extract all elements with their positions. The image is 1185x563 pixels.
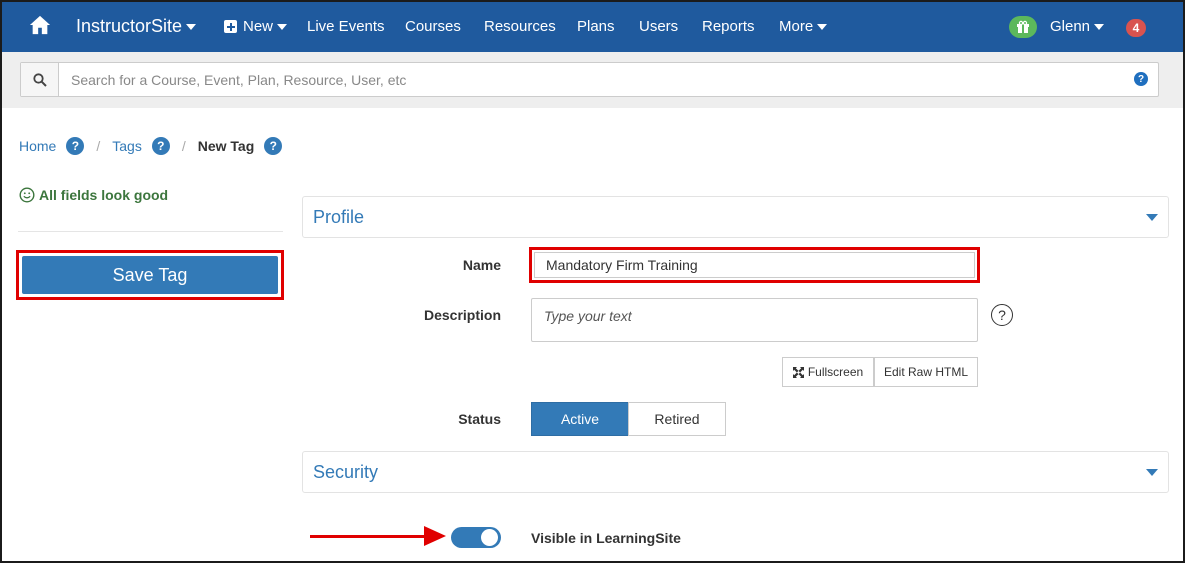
validation-status: All fields look good: [19, 187, 168, 203]
toggle-knob: [481, 529, 498, 546]
security-panel-title: Security: [313, 462, 379, 482]
divider: [18, 231, 283, 232]
fullscreen-label: Fullscreen: [807, 365, 864, 379]
breadcrumb-separator: /: [96, 138, 101, 154]
name-label: Name: [462, 257, 501, 273]
breadcrumb: Home ? / Tags ? / New Tag ?: [19, 137, 283, 155]
top-navbar: InstructorSite New Live Events Courses R…: [2, 2, 1183, 52]
plus-square-icon: [224, 20, 237, 33]
name-field[interactable]: [534, 252, 975, 278]
edit-raw-html-button[interactable]: Edit Raw HTML: [874, 357, 978, 387]
smile-icon: [19, 187, 35, 203]
breadcrumb-separator: /: [181, 138, 186, 154]
nav-reports[interactable]: Reports: [702, 18, 755, 35]
help-icon[interactable]: ?: [66, 137, 85, 155]
search-area: ?: [2, 52, 1183, 108]
visible-in-learningsite-toggle[interactable]: [451, 527, 501, 548]
user-menu[interactable]: Glenn: [1050, 18, 1105, 35]
status-label: Status: [458, 411, 501, 427]
breadcrumb-current: New Tag: [197, 138, 255, 154]
help-icon[interactable]: ?: [151, 137, 170, 155]
name-field-highlight: [529, 247, 980, 283]
nav-more[interactable]: More: [779, 18, 828, 35]
breadcrumb-tags[interactable]: Tags: [112, 138, 142, 154]
chevron-down-icon: [1094, 23, 1105, 30]
profile-panel-header[interactable]: Profile: [302, 196, 1169, 238]
user-name: Glenn: [1050, 18, 1091, 35]
breadcrumb-home[interactable]: Home: [19, 138, 56, 154]
save-tag-button[interactable]: Save Tag: [22, 256, 278, 294]
nav-users[interactable]: Users: [639, 18, 678, 35]
status-active-option[interactable]: Active: [531, 402, 629, 436]
notification-badge[interactable]: 4: [1126, 19, 1146, 37]
annotation-arrow: [310, 535, 428, 538]
chevron-down-icon: [186, 23, 197, 30]
gift-button[interactable]: [1009, 16, 1037, 38]
profile-panel-title: Profile: [313, 207, 365, 227]
home-icon[interactable]: [29, 14, 51, 36]
nav-new-label: New: [243, 18, 274, 35]
chevron-down-icon: [1146, 469, 1158, 476]
brand-menu[interactable]: InstructorSite: [76, 16, 197, 37]
validation-status-text: All fields look good: [39, 187, 169, 203]
gift-icon: [1017, 20, 1029, 33]
status-retired-option[interactable]: Retired: [628, 402, 726, 436]
nav-live-events[interactable]: Live Events: [307, 18, 385, 35]
app-frame: InstructorSite New Live Events Courses R…: [0, 0, 1185, 563]
nav-new[interactable]: New: [224, 18, 288, 35]
chevron-down-icon: [277, 23, 288, 30]
chevron-down-icon: [817, 23, 828, 30]
search-button[interactable]: [21, 63, 59, 96]
nav-courses[interactable]: Courses: [405, 18, 461, 35]
search-icon: [32, 72, 47, 87]
visible-in-learningsite-label: Visible in LearningSite: [531, 530, 681, 546]
help-icon[interactable]: ?: [1134, 72, 1148, 86]
help-icon[interactable]: ?: [264, 137, 283, 155]
brand-label: InstructorSite: [76, 16, 183, 36]
fullscreen-icon: [792, 366, 804, 378]
security-panel-header[interactable]: Security: [302, 451, 1169, 493]
description-placeholder: Type your text: [544, 308, 632, 324]
fullscreen-button[interactable]: Fullscreen: [782, 357, 874, 387]
search-input[interactable]: [71, 71, 1121, 89]
annotation-arrow-head: [424, 526, 446, 546]
search-bar: ?: [20, 62, 1159, 97]
nav-resources[interactable]: Resources: [484, 18, 556, 35]
chevron-down-icon: [1146, 214, 1158, 221]
save-button-highlight: Save Tag: [16, 250, 284, 300]
description-editor[interactable]: Type your text: [531, 298, 978, 342]
help-icon[interactable]: ?: [991, 304, 1013, 326]
nav-more-label: More: [779, 18, 814, 35]
description-label: Description: [423, 307, 501, 323]
nav-plans[interactable]: Plans: [577, 18, 615, 35]
